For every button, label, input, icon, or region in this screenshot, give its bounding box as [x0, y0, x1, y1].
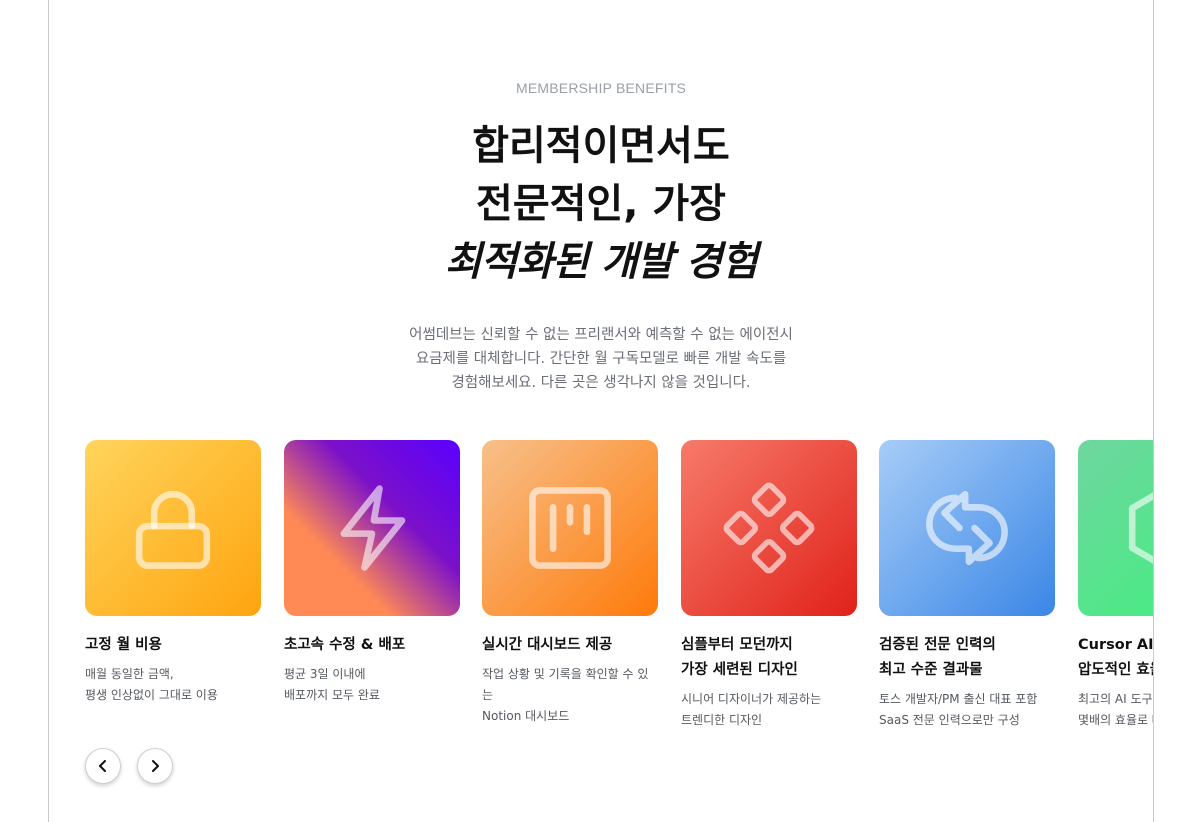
card-description: 최고의 AI 도구 활용으로 몇배의 효율로 빠르게: [1078, 692, 1153, 727]
chevron-right-icon: [152, 760, 159, 772]
lightning-icon: [340, 485, 406, 571]
benefit-carousel[interactable]: 고정 월 비용 매월 동일한 금액, 평생 인상없이 그대로 이용 초고속 수정…: [85, 440, 1154, 740]
card-description: 매월 동일한 금액, 평생 인상없이 그대로 이용: [85, 667, 218, 702]
carousel-prev-button[interactable]: [85, 748, 121, 784]
card-description: 시니어 디자이너가 제공하는 트렌디한 디자인: [681, 692, 822, 727]
card-title: 실시간 대시보드 제공: [482, 637, 613, 653]
sync-icon: [926, 490, 1008, 566]
benefit-tile: [1078, 440, 1153, 616]
benefit-tile: [284, 440, 460, 616]
card-description: 작업 상황 및 기록을 확인할 수 있는 Notion 대시보드: [482, 667, 649, 723]
headline-line-1: 합리적이면서도: [472, 123, 730, 169]
carousel-next-button[interactable]: [137, 748, 173, 784]
benefit-card-fast-deploy: 초고속 수정 & 배포 평균 3일 이내에 배포까지 모두 완료: [284, 440, 460, 706]
benefit-tile: [85, 440, 261, 616]
section-eyebrow: MEMBERSHIP BENEFITS: [515, 80, 687, 96]
card-title: Cursor AI 로 압도적인 효율: [1078, 637, 1154, 678]
card-title: 검증된 전문 인력의 최고 수준 결과물: [879, 637, 996, 678]
section-description: 어썸데브는 신뢰할 수 없는 프리랜서와 예측할 수 없는 에이전시 요금제를 …: [49, 323, 1153, 395]
benefit-tile: [879, 440, 1055, 616]
description-line-2: 요금제를 대체합니다. 간단한 월 구독모델로 빠른 개발 속도를: [415, 351, 787, 367]
card-title: 심플부터 모던까지 가장 세련된 디자인: [681, 637, 798, 678]
board-icon: [529, 487, 611, 569]
benefit-tile: [482, 440, 658, 616]
description-line-3: 경험해보세요. 다른 곳은 생각나지 않을 것입니다.: [451, 375, 751, 391]
card-title: 고정 월 비용: [85, 637, 162, 653]
benefit-card-dashboard: 실시간 대시보드 제공 작업 상황 및 기록을 확인할 수 있는 Notion …: [482, 440, 658, 727]
description-line-1: 어썸데브는 신뢰할 수 없는 프리랜서와 예측할 수 없는 에이전시: [409, 327, 793, 343]
benefit-card-design: 심플부터 모던까지 가장 세련된 디자인 시니어 디자이너가 제공하는 트렌디한…: [681, 440, 857, 731]
headline-line-3: 최적화된 개발 경험: [444, 239, 758, 285]
benefit-card-fixed-cost: 고정 월 비용 매월 동일한 금액, 평생 인상없이 그대로 이용: [85, 440, 261, 706]
hexagon-icon: [1128, 492, 1153, 564]
chevron-left-icon: [99, 760, 106, 772]
card-description: 토스 개발자/PM 출신 대표 포함 SaaS 전문 인력으로만 구성: [879, 692, 1038, 727]
section-headline: 합리적이면서도 전문적인, 가장 최적화된 개발 경험: [49, 117, 1153, 291]
diamonds-icon: [723, 482, 815, 574]
benefit-tile: [681, 440, 857, 616]
card-description: 평균 3일 이내에 배포까지 모두 완료: [284, 667, 380, 702]
lock-icon: [135, 490, 211, 569]
card-title: 초고속 수정 & 배포: [284, 637, 406, 653]
headline-line-2: 전문적인, 가장: [476, 181, 726, 227]
benefit-card-cursor-ai: Cursor AI 로 압도적인 효율 최고의 AI 도구 활용으로 몇배의 효…: [1078, 440, 1154, 731]
benefit-card-experts: 검증된 전문 인력의 최고 수준 결과물 토스 개발자/PM 출신 대표 포함 …: [879, 440, 1055, 731]
benefits-section: MEMBERSHIP BENEFITS 합리적이면서도 전문적인, 가장 최적화…: [48, 0, 1154, 822]
